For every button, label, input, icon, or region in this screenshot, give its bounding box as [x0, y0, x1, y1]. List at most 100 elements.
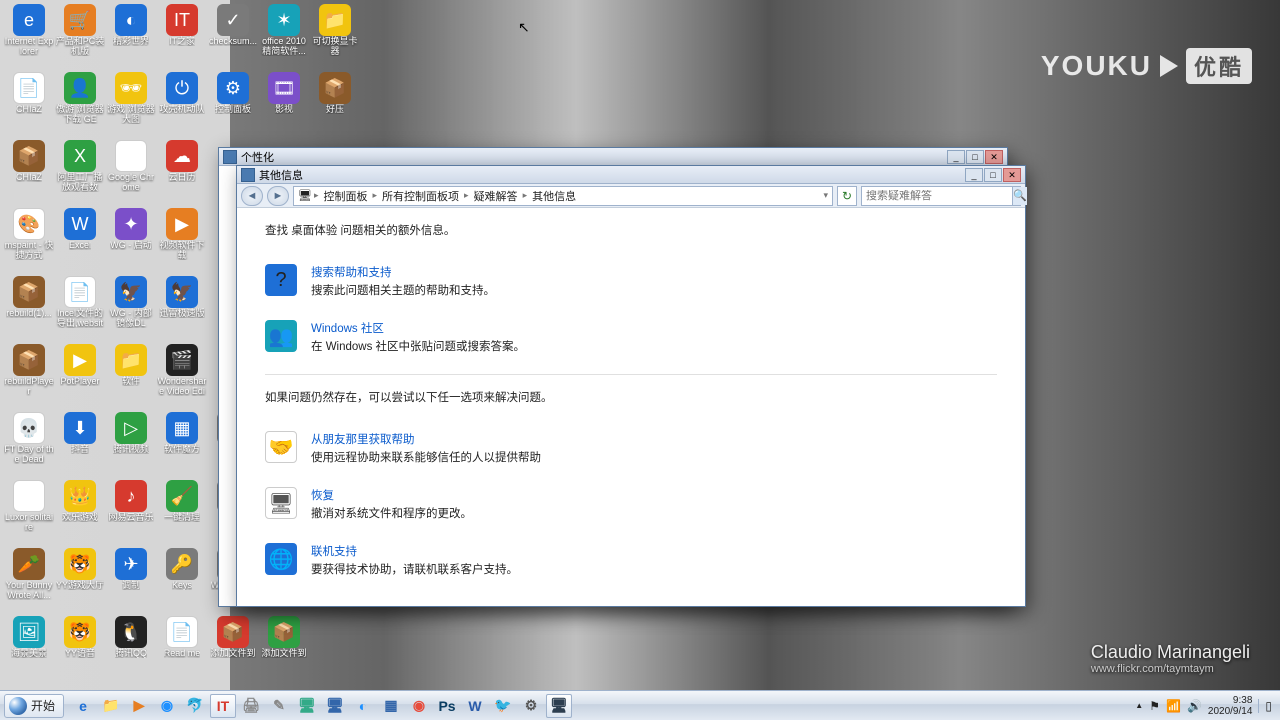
search-icon[interactable]: 🔍	[1012, 187, 1027, 205]
maximize-button[interactable]: □	[966, 150, 984, 164]
desktop-icon[interactable]: ✓checksum...	[208, 4, 258, 70]
taskbar-item[interactable]: 🖨	[238, 694, 264, 718]
taskbar-item[interactable]: 🐬	[182, 694, 208, 718]
history-dropdown-icon[interactable]: ▾	[823, 190, 828, 201]
desktop-icon[interactable]: 👑欢乐游戏	[55, 480, 105, 546]
desktop-icon[interactable]: 🐯YY游戏大厅	[55, 548, 105, 614]
maximize-button[interactable]: □	[984, 168, 1002, 182]
desktop-icon[interactable]: 📦CHIaZ	[4, 140, 54, 206]
desktop-icon[interactable]: ☁云日历	[157, 140, 207, 206]
breadcrumb-segment[interactable]: 其他信息	[529, 188, 579, 204]
desktop-icon[interactable]: 📄CHIaZ	[4, 72, 54, 138]
desktop-icon[interactable]: 📄Incel文件的导出,website	[55, 276, 105, 342]
system-menu-icon[interactable]	[223, 150, 237, 164]
desktop-icon[interactable]: 🖼海景美景	[4, 616, 54, 682]
desktop-icon[interactable]: 👤傲游 浏览器下载 GE	[55, 72, 105, 138]
desktop-icon[interactable]: ♪网易云音乐	[106, 480, 156, 546]
option-link[interactable]: 联机支持	[311, 546, 357, 558]
minimize-button[interactable]: _	[965, 168, 983, 182]
taskbar-item[interactable]: Ps	[434, 694, 460, 718]
minimize-button[interactable]: _	[947, 150, 965, 164]
desktop-icon[interactable]: ▦软件魔方	[157, 412, 207, 478]
taskbar-item[interactable]: ▶	[126, 694, 152, 718]
taskbar-item[interactable]: IT	[210, 694, 236, 718]
desktop-icon[interactable]: 📁软件	[106, 344, 156, 410]
desktop-icon[interactable]: 📄Read me	[157, 616, 207, 682]
desktop-icon[interactable]: ⏻攻壳机动队	[157, 72, 207, 138]
desktop-icon[interactable]: 🔑Keys	[157, 548, 207, 614]
taskbar-item[interactable]: W	[462, 694, 488, 718]
desktop-icon[interactable]: 📦rebuild(1)...	[4, 276, 54, 342]
desktop-icon[interactable]: WExcel	[55, 208, 105, 274]
desktop-icon[interactable]: 🐯YY语音	[55, 616, 105, 682]
window-more-info[interactable]: 其他信息 _ □ ✕ ◄ ► 🖥 ▸ 控制面板▸所有控制面板项▸疑难解答▸其他信…	[236, 165, 1026, 607]
breadcrumb-segment[interactable]: 所有控制面板项	[379, 188, 462, 204]
desktop-icon[interactable]: eInternet Explorer	[4, 4, 54, 70]
desktop-icon[interactable]: ▶视频软件下载	[157, 208, 207, 274]
taskbar-item[interactable]: 🖥	[294, 694, 320, 718]
taskbar-item[interactable]: ◐	[350, 694, 376, 718]
breadcrumb[interactable]: 🖥 ▸ 控制面板▸所有控制面板项▸疑难解答▸其他信息▾	[293, 186, 833, 206]
desktop-icon[interactable]: 📁可切换显卡器	[310, 4, 360, 70]
desktop-icon[interactable]: X阿里工厂播放观看数据...	[55, 140, 105, 206]
desktop-icon[interactable]: ⚙控制面板	[208, 72, 258, 138]
taskbar-item[interactable]: e	[70, 694, 96, 718]
close-button[interactable]: ✕	[985, 150, 1003, 164]
desktop-icon[interactable]: ITIT之家	[157, 4, 207, 70]
show-desktop-button[interactable]: ▯	[1258, 699, 1272, 713]
taskbar-item[interactable]: ⚙	[518, 694, 544, 718]
desktop-icon[interactable]: ✈调制	[106, 548, 156, 614]
taskbar-item[interactable]: ▦	[378, 694, 404, 718]
desktop-icon[interactable]: 📦添加文件到	[259, 616, 309, 682]
breadcrumb-segment[interactable]: 控制面板	[321, 188, 371, 204]
close-button[interactable]: ✕	[1003, 168, 1021, 182]
desktop-icon[interactable]: 🥕Your Bunny Wrote All...	[4, 548, 54, 614]
desktop-icon[interactable]: 🧹一键清理	[157, 480, 207, 546]
taskbar-item[interactable]: ✎	[266, 694, 292, 718]
tray-network-icon[interactable]: 📶	[1166, 699, 1181, 713]
desktop-icon[interactable]: ▷腾讯视频	[106, 412, 156, 478]
tray-flag-icon[interactable]: ⚑	[1149, 699, 1160, 713]
search-input[interactable]	[862, 190, 1012, 202]
tray-overflow-icon[interactable]: ▲	[1135, 701, 1143, 710]
option-link[interactable]: 从朋友那里获取帮助	[311, 434, 415, 446]
desktop-icon[interactable]: 🐧腾讯QQ	[106, 616, 156, 682]
taskbar-item[interactable]: 📁	[98, 694, 124, 718]
taskbar-item[interactable]: ◉	[406, 694, 432, 718]
titlebar[interactable]: 其他信息 _ □ ✕	[237, 166, 1025, 184]
taskbar-clock[interactable]: 9:38 2020/9/14	[1208, 695, 1253, 717]
desktop-icon[interactable]: ✦WG - 启动	[106, 208, 156, 274]
option-link[interactable]: 搜索帮助和支持	[311, 267, 392, 279]
tray-volume-icon[interactable]: 🔊	[1187, 699, 1202, 713]
desktop-icon[interactable]: 🛒产品和PC装机版	[55, 4, 105, 70]
desktop-icon[interactable]: ◐精彩世界	[106, 4, 156, 70]
option-link[interactable]: Windows 社区	[311, 323, 384, 335]
forward-button[interactable]: ►	[267, 186, 289, 206]
breadcrumb-segment[interactable]: 疑难解答	[471, 188, 521, 204]
start-button[interactable]: 开始	[4, 694, 64, 718]
desktop-icon[interactable]: ◉Google Chrome	[106, 140, 156, 206]
desktop-icon[interactable]: 📦添加文件到	[208, 616, 258, 682]
desktop-icon[interactable]: 📦好压	[310, 72, 360, 138]
desktop-icon[interactable]: 🕶游戏 浏览器大图	[106, 72, 156, 138]
desktop-icon[interactable]: 🦅WG - 内部镜像DL	[106, 276, 156, 342]
taskbar-item[interactable]: 🖥	[546, 694, 572, 718]
desktop-icon[interactable]: ⬇抖音	[55, 412, 105, 478]
desktop-icon[interactable]: 💀FT Day of the Dead	[4, 412, 54, 478]
desktop-icon[interactable]: 🂡Luxor solitaire	[4, 480, 54, 546]
taskbar-item[interactable]: ◉	[154, 694, 180, 718]
desktop-icon[interactable]: 🎬Wondershare Video Edit...	[157, 344, 207, 410]
desktop-icon[interactable]: ✶office 2010 精简软件...	[259, 4, 309, 70]
system-menu-icon[interactable]	[241, 168, 255, 182]
search-box[interactable]: 🔍	[861, 186, 1021, 206]
desktop-icon[interactable]: 🎞影视	[259, 72, 309, 138]
desktop-icon[interactable]: ▶PotPlayer	[55, 344, 105, 410]
desktop-icon[interactable]: 📦rebuildPlayer	[4, 344, 54, 410]
desktop-icon[interactable]: 🎨mspaint - 快捷方式	[4, 208, 54, 274]
taskbar-item[interactable]: 🖥	[322, 694, 348, 718]
back-button[interactable]: ◄	[241, 186, 263, 206]
taskbar-item[interactable]: 🐦	[490, 694, 516, 718]
titlebar[interactable]: 个性化 _ □ ✕	[219, 148, 1007, 166]
desktop-icon[interactable]: 🦅迅雷极速版	[157, 276, 207, 342]
option-link[interactable]: 恢复	[311, 490, 334, 502]
